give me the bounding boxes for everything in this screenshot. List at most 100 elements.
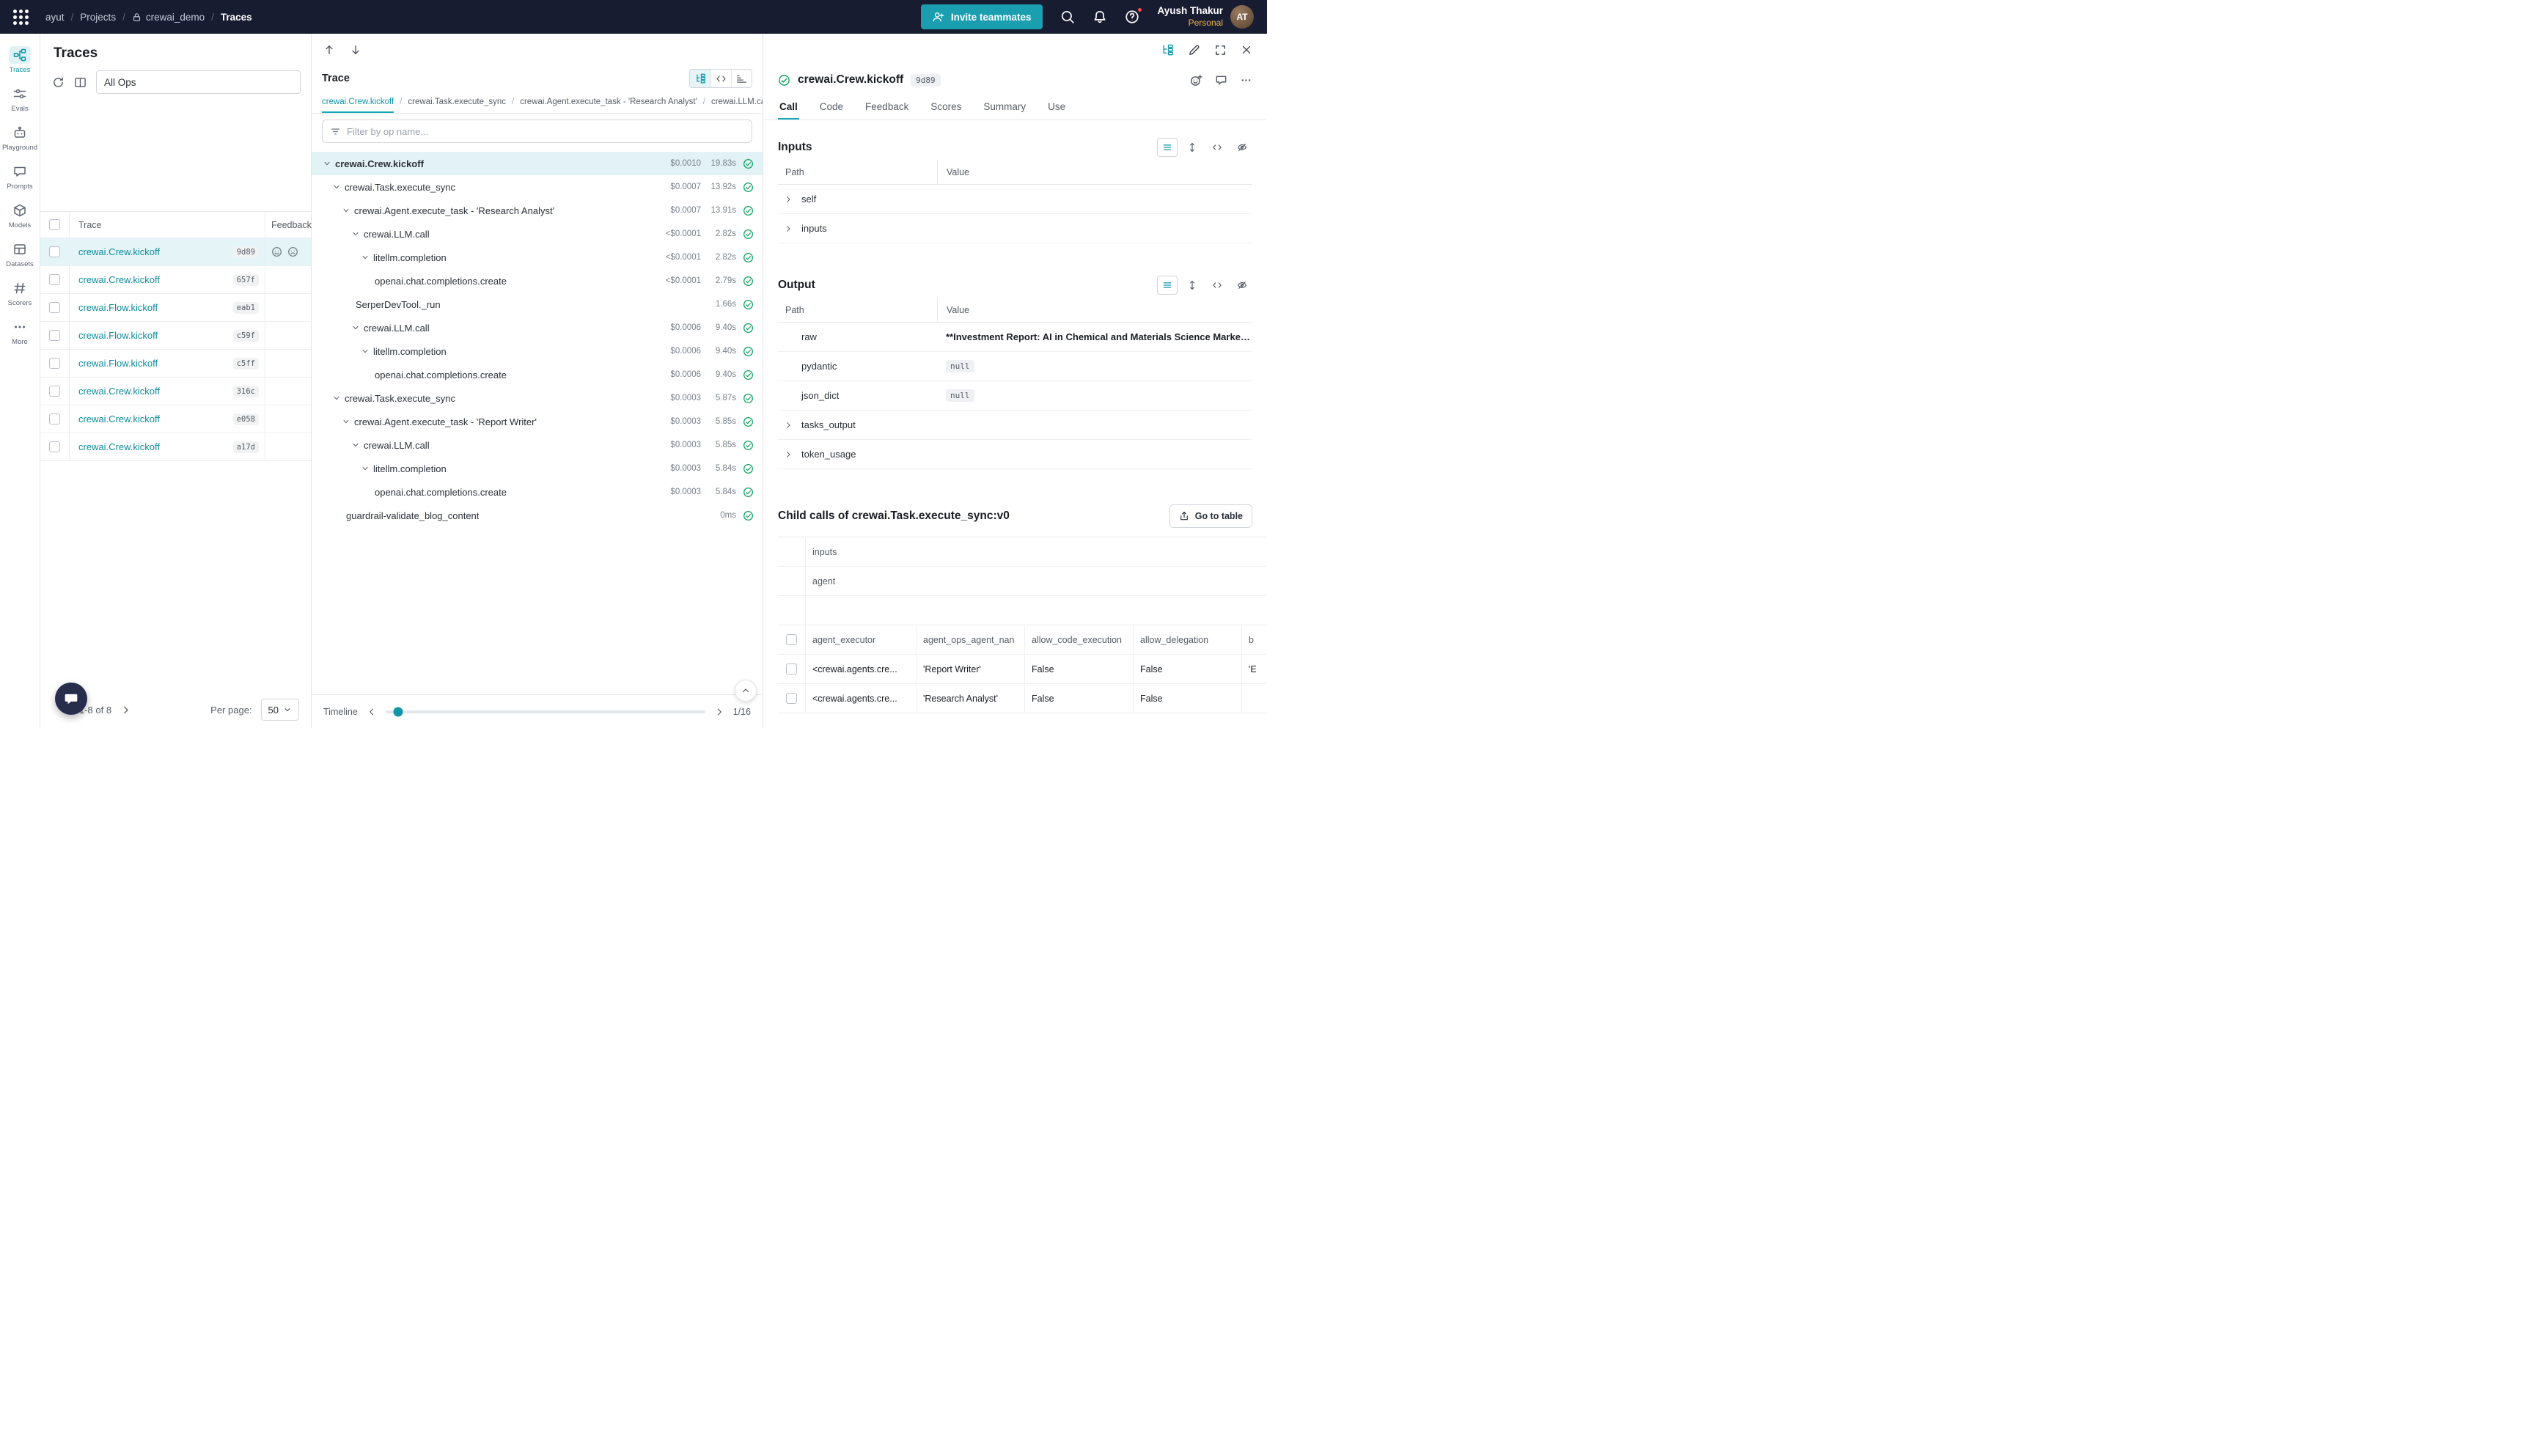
- sidebar-item-models[interactable]: Models: [0, 198, 40, 233]
- trace-row[interactable]: crewai.Crew.kickoff657f: [40, 266, 311, 294]
- caret-down-icon[interactable]: [361, 464, 373, 473]
- trace-tree-node[interactable]: crewai.Task.execute_sync$0.000713.92s: [312, 175, 763, 199]
- caret-down-icon[interactable]: [332, 183, 345, 191]
- caret-down-icon[interactable]: [351, 441, 364, 449]
- row-checkbox[interactable]: [49, 441, 60, 452]
- ops-filter-select[interactable]: All Ops: [96, 70, 301, 94]
- trace-tree-node[interactable]: crewai.Crew.kickoff$0.001019.83s: [312, 152, 763, 175]
- close-icon[interactable]: [1241, 44, 1252, 56]
- caret-down-icon[interactable]: [342, 206, 354, 215]
- caret-down-icon[interactable]: [351, 323, 364, 332]
- column-header[interactable]: agent_ops_agent_nan: [916, 625, 1024, 654]
- timeline-slider[interactable]: [386, 710, 705, 713]
- column-header[interactable]: agent_executor: [806, 625, 916, 654]
- trace-tree-node[interactable]: litellm.completion<$0.00012.82s: [312, 246, 763, 269]
- row-checkbox[interactable]: [49, 330, 60, 341]
- bell-icon[interactable]: [1092, 10, 1107, 24]
- breadcrumb-item[interactable]: Traces: [221, 12, 252, 23]
- flame-view-button[interactable]: [731, 70, 752, 87]
- table-row[interactable]: <crewai.agents.cre...'Research Analyst'F…: [778, 684, 1267, 713]
- trace-link[interactable]: crewai.Crew.kickoff: [78, 441, 160, 452]
- trace-row[interactable]: crewai.Crew.kickoff316c: [40, 378, 311, 405]
- breadcrumb-item[interactable]: Projects: [80, 12, 116, 23]
- trace-tree-node[interactable]: litellm.completion$0.00069.40s: [312, 339, 763, 363]
- row-checkbox[interactable]: [49, 413, 60, 424]
- search-icon[interactable]: [1060, 10, 1075, 24]
- sidebar-item-prompts[interactable]: Prompts: [0, 159, 40, 194]
- breadcrumb-item[interactable]: crewai_demo: [132, 12, 205, 23]
- row-checkbox[interactable]: [49, 274, 60, 285]
- trace-link[interactable]: crewai.Flow.kickoff: [78, 330, 158, 341]
- trace-tree-node[interactable]: SerperDevTool._run1.66s: [312, 293, 763, 316]
- split-view-icon[interactable]: [1161, 44, 1174, 56]
- code-view-button[interactable]: [1207, 138, 1227, 157]
- row-checkbox[interactable]: [49, 386, 60, 397]
- trace-tree-node[interactable]: crewai.LLM.call$0.00069.40s: [312, 316, 763, 339]
- columns-button[interactable]: [74, 76, 87, 89]
- timeline-slider-handle[interactable]: [394, 707, 403, 716]
- table-row[interactable]: <crewai.agents.cre...'Report Writer'Fals…: [778, 655, 1267, 684]
- row-checkbox[interactable]: [49, 358, 60, 369]
- column-header[interactable]: allow_code_execution: [1024, 625, 1133, 654]
- trace-tree-node[interactable]: crewai.Agent.execute_task - 'Report Writ…: [312, 410, 763, 433]
- add-reaction-icon[interactable]: [1190, 74, 1202, 87]
- tab-scores[interactable]: Scores: [929, 94, 963, 120]
- tab-feedback[interactable]: Feedback: [864, 94, 910, 120]
- trace-row[interactable]: crewai.Flow.kickoffc5ff: [40, 350, 311, 378]
- user-menu[interactable]: Ayush Thakur Personal AT: [1157, 4, 1254, 29]
- timeline-prev-button[interactable]: [367, 707, 377, 717]
- tab-use[interactable]: Use: [1046, 94, 1067, 120]
- kv-row[interactable]: token_usage: [778, 440, 1252, 469]
- fullscreen-icon[interactable]: [1214, 44, 1227, 56]
- timeline-next-button[interactable]: [714, 707, 724, 717]
- sidebar-item-more[interactable]: More: [0, 315, 40, 350]
- per-page-select[interactable]: 50: [261, 699, 299, 721]
- sidebar-item-scorers[interactable]: Scorers: [0, 276, 40, 311]
- op-filter-input[interactable]: [347, 126, 744, 137]
- breadcrumb-item[interactable]: ayut: [45, 12, 65, 23]
- column-header[interactable]: allow_delegation: [1133, 625, 1241, 654]
- trace-path-tab[interactable]: crewai.Task.execute_sync: [408, 91, 506, 113]
- kv-row[interactable]: self: [778, 185, 1252, 214]
- go-to-table-button[interactable]: Go to table: [1169, 504, 1252, 528]
- row-checkbox[interactable]: [49, 246, 60, 257]
- sidebar-item-traces[interactable]: Traces: [0, 43, 40, 78]
- chevron-right-icon[interactable]: [784, 421, 801, 430]
- trace-path-tab[interactable]: crewai.Crew.kickoff: [322, 91, 394, 113]
- chat-support-button[interactable]: [55, 683, 87, 715]
- scroll-top-button[interactable]: [735, 680, 757, 702]
- sidebar-item-playground[interactable]: Playground: [0, 120, 40, 155]
- trace-link[interactable]: crewai.Flow.kickoff: [78, 358, 158, 369]
- select-all-checkbox[interactable]: [786, 634, 797, 645]
- trace-path-tab[interactable]: crewai.LLM.cal: [711, 91, 763, 113]
- chevron-right-icon[interactable]: [784, 195, 801, 204]
- row-checkbox[interactable]: [786, 663, 797, 674]
- wandb-logo-icon[interactable]: [10, 7, 31, 27]
- sidebar-item-evals[interactable]: Evals: [0, 81, 40, 117]
- caret-down-icon[interactable]: [332, 394, 345, 402]
- list-view-button[interactable]: [1157, 276, 1178, 295]
- trace-tree-node[interactable]: crewai.Task.execute_sync$0.00035.87s: [312, 386, 763, 410]
- help-icon[interactable]: [1125, 10, 1139, 24]
- caret-down-icon[interactable]: [323, 159, 335, 168]
- trace-path-tab[interactable]: crewai.Agent.execute_task - 'Research An…: [520, 91, 697, 113]
- column-header-trace[interactable]: Trace: [70, 212, 265, 238]
- hide-values-button[interactable]: [1232, 138, 1252, 157]
- chevron-right-icon[interactable]: [784, 224, 801, 233]
- up-arrow-button[interactable]: [323, 44, 335, 56]
- caret-down-icon[interactable]: [361, 347, 373, 356]
- trace-link[interactable]: crewai.Crew.kickoff: [78, 386, 160, 397]
- caret-down-icon[interactable]: [351, 229, 364, 238]
- tab-summary[interactable]: Summary: [982, 94, 1027, 120]
- tab-call[interactable]: Call: [778, 94, 799, 120]
- kv-row[interactable]: tasks_output: [778, 411, 1252, 440]
- trace-row[interactable]: crewai.Crew.kickoff9d89: [40, 238, 311, 266]
- list-view-button[interactable]: [1157, 138, 1178, 157]
- expand-rows-button[interactable]: [1182, 276, 1202, 295]
- trace-row[interactable]: crewai.Flow.kickoffc59f: [40, 322, 311, 350]
- invite-teammates-button[interactable]: Invite teammates: [921, 4, 1043, 29]
- select-all-checkbox[interactable]: [49, 219, 60, 230]
- tab-code[interactable]: Code: [818, 94, 845, 120]
- edit-icon[interactable]: [1188, 44, 1200, 56]
- caret-down-icon[interactable]: [342, 417, 354, 426]
